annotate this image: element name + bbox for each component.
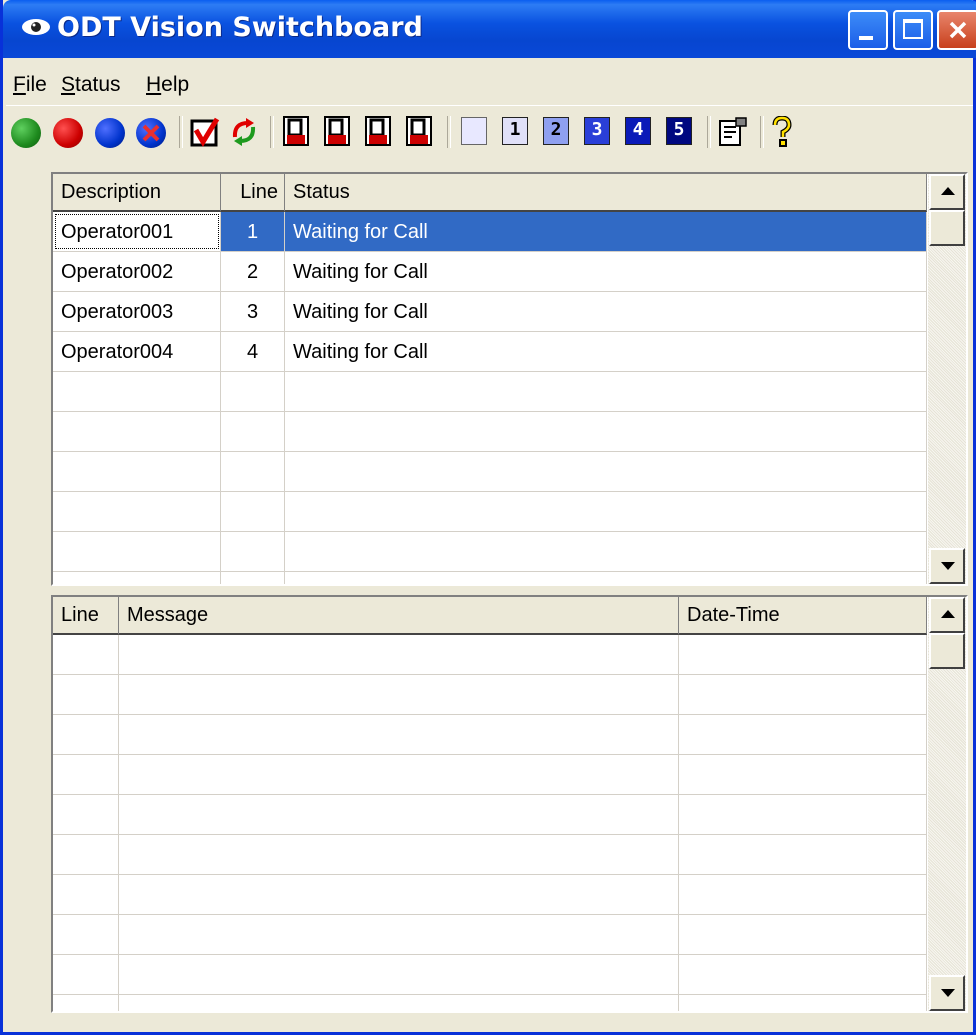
empty-row [53,955,927,995]
scroll-down-button[interactable] [929,975,965,1011]
menu-status[interactable]: Status [61,73,121,97]
empty-row [53,412,927,452]
status-cell: Waiting for Call [285,212,927,251]
help-question-icon[interactable] [770,116,794,148]
minimize-icon [859,36,873,40]
off-page-icon-1[interactable] [283,116,309,146]
empty-row [53,835,927,875]
empty-row [53,492,927,532]
empty-row [53,532,927,572]
toolbar-separator [447,116,451,148]
column-header-datetime[interactable]: Date-Time [679,597,927,635]
empty-row [53,715,927,755]
eye-icon [22,19,50,35]
scroll-up-button[interactable] [929,174,965,210]
toolbar-separator [270,116,274,148]
status-cell: Waiting for Call [285,292,927,331]
status-cell: Waiting for Call [285,332,927,371]
menu-help[interactable]: Help [146,73,189,97]
x-mark-icon [142,124,160,142]
column-header-line[interactable]: Line [221,174,285,212]
title-bar[interactable]: ODT Vision Switchboard [3,0,976,58]
toolbar-separator [760,116,764,148]
menu-file[interactable]: File [13,73,47,97]
column-header-status[interactable]: Status [285,174,927,212]
scroll-thumb[interactable] [929,633,965,669]
description-cell: Operator003 [53,292,221,331]
arrow-down-icon [941,989,955,997]
operator-row[interactable]: Operator001 1 Waiting for Call [53,212,927,252]
window-title: ODT Vision Switchboard [57,12,423,43]
empty-row [53,915,927,955]
line-button-0[interactable] [461,117,487,145]
red-circle-icon[interactable] [53,118,83,148]
line-cell: 3 [221,292,285,331]
close-icon [949,21,967,39]
empty-row [53,452,927,492]
menu-bar: File Status Help [6,61,973,106]
vertical-scrollbar[interactable] [928,597,966,1011]
line-cell: 4 [221,332,285,371]
refresh-arrows-icon[interactable] [228,117,260,147]
line-button-4[interactable]: 4 [625,117,651,145]
toolbar-separator [179,116,183,148]
column-header-message[interactable]: Message [119,597,679,635]
arrow-down-icon [941,562,955,570]
description-cell: Operator002 [53,252,221,291]
operator-row[interactable]: Operator003 3 Waiting for Call [53,292,927,332]
line-cell: 1 [221,212,285,251]
scroll-thumb[interactable] [929,210,965,246]
scroll-up-button[interactable] [929,597,965,633]
off-page-icon-3[interactable] [365,116,391,146]
empty-row [53,995,927,1011]
operators-grid[interactable]: Description Line Status Operator001 1 Wa… [51,172,968,586]
arrow-up-icon [941,187,955,195]
line-button-5[interactable]: 5 [666,117,692,145]
green-circle-icon[interactable] [11,118,41,148]
empty-row [53,755,927,795]
status-cell: Waiting for Call [285,252,927,291]
checkbox-red-check-icon[interactable] [189,116,221,148]
main-window: ODT Vision Switchboard File Status Help [0,0,976,1035]
line-button-1[interactable]: 1 [502,117,528,145]
operator-row[interactable]: Operator002 2 Waiting for Call [53,252,927,292]
line-button-2[interactable]: 2 [543,117,569,145]
empty-row [53,635,927,675]
operator-row[interactable]: Operator004 4 Waiting for Call [53,332,927,372]
line-cell: 2 [221,252,285,291]
empty-row [53,372,927,412]
empty-row [53,572,927,584]
maximize-icon [903,19,923,39]
close-button[interactable] [937,10,976,50]
maximize-button[interactable] [893,10,933,50]
description-cell: Operator001 [53,212,221,251]
blue-circle-icon[interactable] [95,118,125,148]
vertical-scrollbar[interactable] [928,174,966,584]
properties-icon[interactable] [718,117,750,147]
toolbar: 1 2 3 4 5 [6,106,973,156]
messages-grid[interactable]: Line Message Date-Time [51,595,968,1013]
blue-circle-x-icon[interactable] [136,118,166,148]
empty-row [53,675,927,715]
arrow-up-icon [941,610,955,618]
column-header-line[interactable]: Line [53,597,119,635]
line-button-3[interactable]: 3 [584,117,610,145]
minimize-button[interactable] [848,10,888,50]
column-header-description[interactable]: Description [53,174,221,212]
toolbar-separator [707,116,711,148]
off-page-icon-4[interactable] [406,116,432,146]
description-cell: Operator004 [53,332,221,371]
scroll-down-button[interactable] [929,548,965,584]
off-page-icon-2[interactable] [324,116,350,146]
empty-row [53,875,927,915]
empty-row [53,795,927,835]
